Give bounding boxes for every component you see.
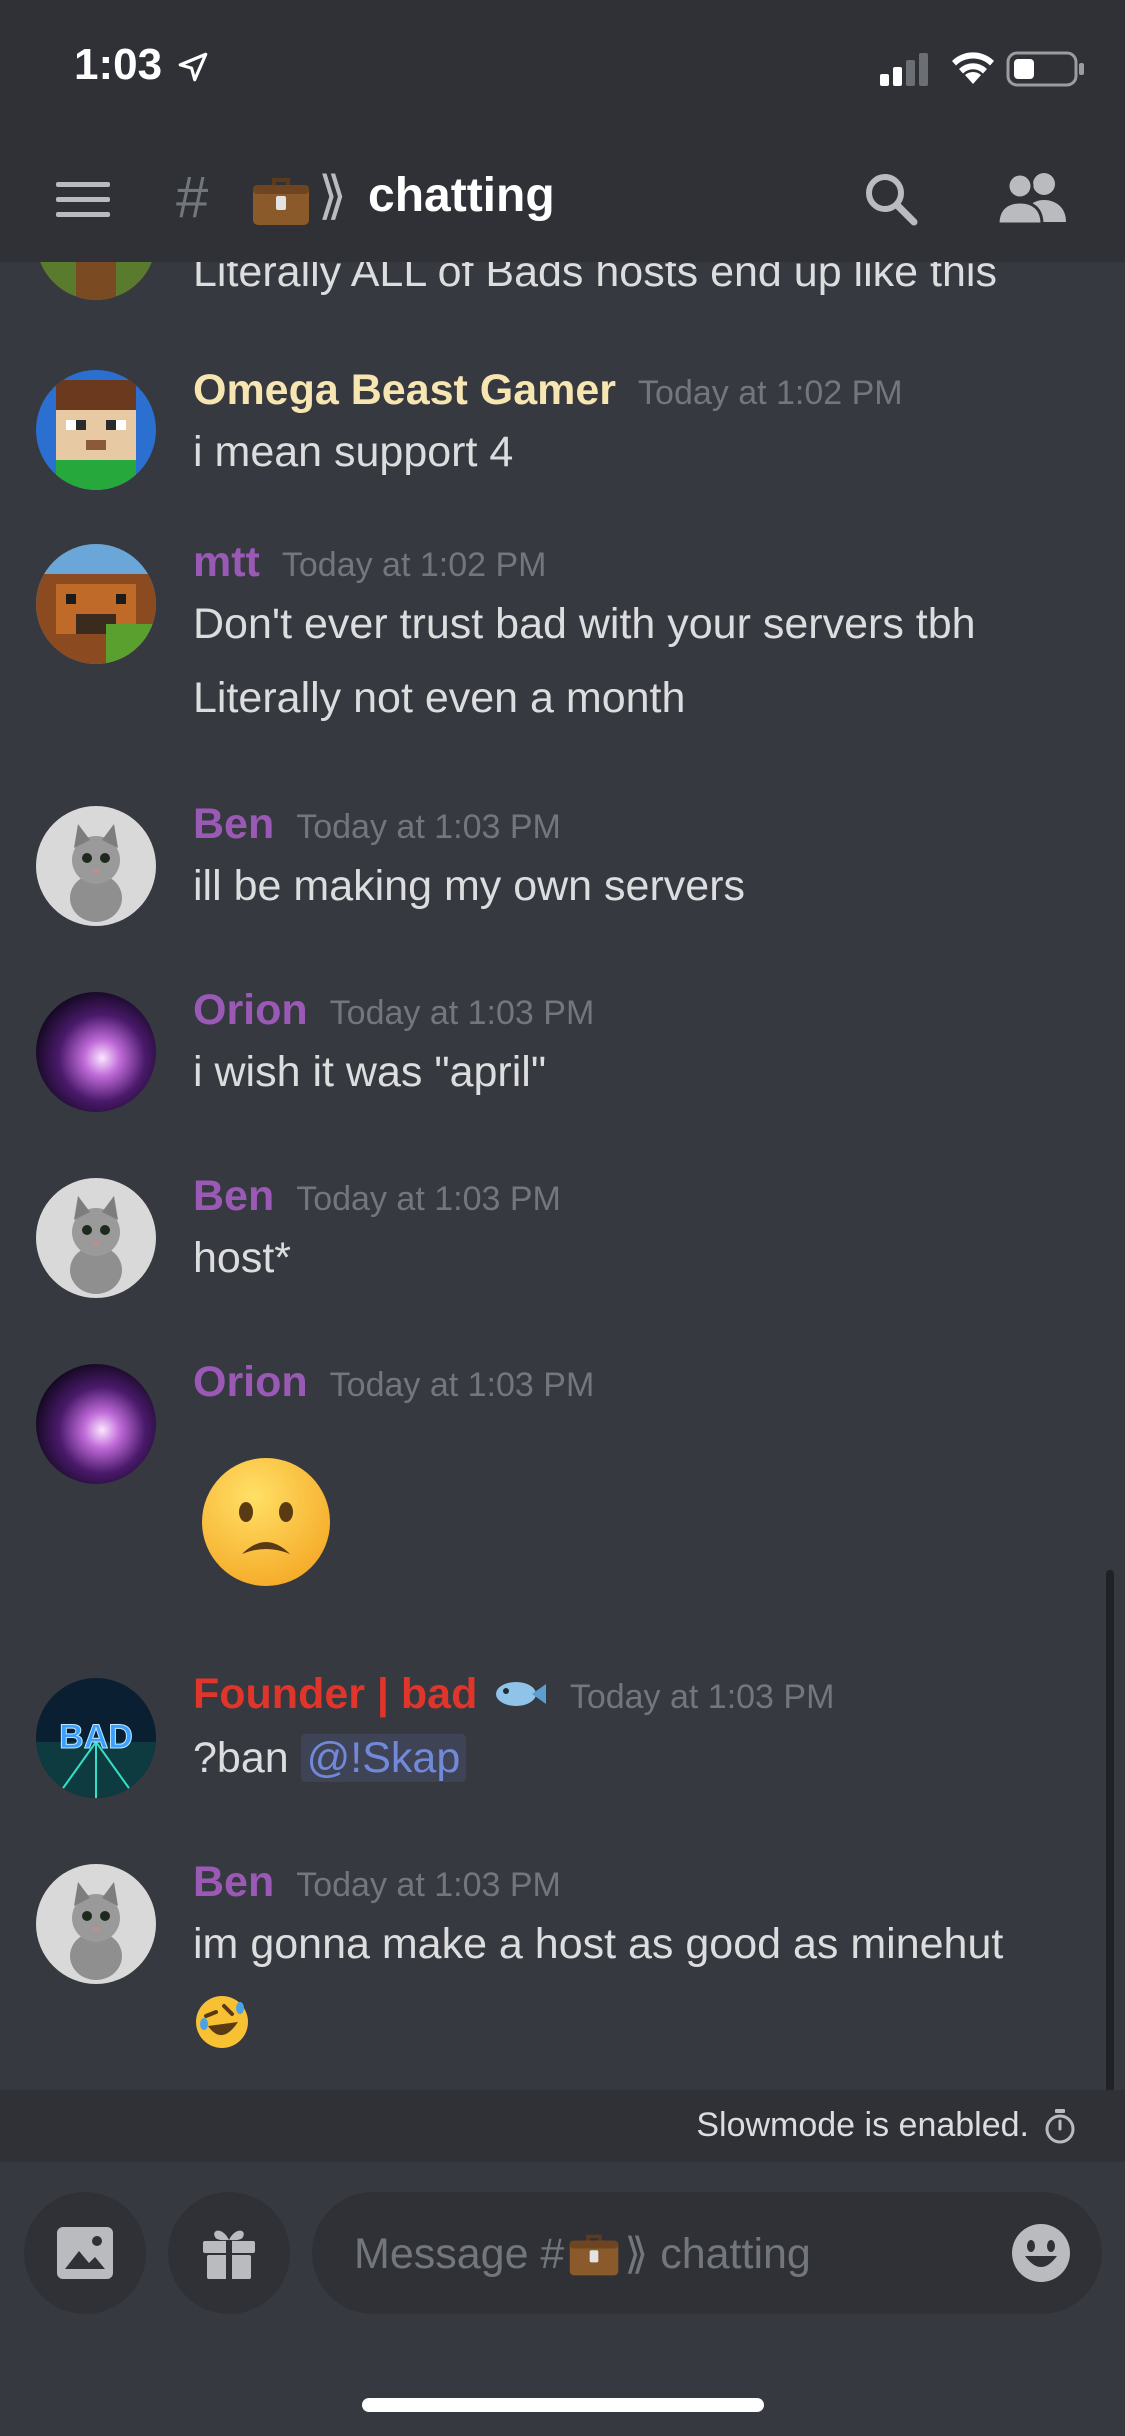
slowmode-bar: Slowmode is enabled. — [0, 2090, 1125, 2162]
discord-app: 1:03 # ⟫ chatting Literally ALL of Bads … — [0, 0, 1125, 2436]
avatar[interactable] — [36, 1364, 156, 1484]
author-name[interactable]: Ben — [193, 1172, 274, 1220]
message-composer: Message # ⟫ chatting — [0, 2162, 1125, 2436]
avatar[interactable] — [36, 1864, 156, 1984]
frowning-face-emoji-icon[interactable] — [198, 1454, 334, 1590]
avatar[interactable] — [36, 370, 156, 490]
avatar[interactable] — [36, 992, 156, 1112]
timestamp: Today at 1:03 PM — [296, 1866, 561, 1904]
timestamp: Today at 1:03 PM — [329, 1366, 595, 1404]
message-placeholder: Message # ⟫ chatting — [354, 2226, 811, 2279]
avatar[interactable] — [36, 806, 156, 926]
message-text: Don't ever trust bad with your servers t… — [193, 600, 976, 648]
timestamp: Today at 1:02 PM — [281, 546, 547, 584]
svg-text:BAD: BAD — [59, 1718, 133, 1756]
author-name[interactable]: Founder | bad — [193, 1670, 477, 1718]
message-list[interactable]: Literally ALL of Bads hosts end up like … — [0, 262, 1125, 2090]
avatar[interactable] — [36, 544, 156, 664]
message-text: i mean support 4 — [193, 428, 514, 476]
message-input[interactable]: Message # ⟫ chatting — [312, 2192, 1102, 2314]
gift-button[interactable] — [168, 2192, 290, 2314]
cellular-signal-icon — [880, 53, 928, 86]
briefcase-emoji-icon — [253, 178, 309, 225]
battery-icon — [1006, 51, 1084, 87]
search-icon[interactable] — [862, 170, 918, 226]
message-header: Ben Today at 1:03 PM — [193, 1858, 561, 1907]
timestamp: Today at 1:02 PM — [638, 374, 903, 412]
user-mention[interactable]: @!Skap — [300, 1734, 467, 1782]
author-name[interactable]: Orion — [193, 1358, 308, 1406]
avatar[interactable] — [36, 1178, 156, 1298]
message-text: Literally not even a month — [193, 674, 686, 722]
message-header: Orion Today at 1:03 PM — [193, 1358, 594, 1407]
message-header: Orion Today at 1:03 PM — [193, 986, 594, 1035]
timestamp: Today at 1:03 PM — [296, 1180, 561, 1218]
emoji-picker-icon[interactable] — [1010, 2222, 1072, 2284]
message-text: im gonna make a host as good as minehut — [193, 1920, 1004, 1968]
slowmode-text: Slowmode is enabled. — [696, 2106, 1029, 2144]
author-name[interactable]: Ben — [193, 1858, 274, 1906]
author-name[interactable]: Omega Beast Gamer — [193, 366, 616, 414]
message-header: mtt Today at 1:02 PM — [193, 538, 546, 587]
avatar[interactable] — [36, 262, 156, 300]
status-time: 1:03 — [74, 40, 163, 89]
message-text: i wish it was "april" — [193, 1048, 547, 1096]
stopwatch-icon — [1045, 2109, 1075, 2144]
home-indicator[interactable] — [362, 2398, 764, 2412]
message-header: Founder | bad Today at 1:03 PM — [193, 1670, 834, 1719]
timestamp: Today at 1:03 PM — [329, 994, 595, 1032]
channel-chevrons: ⟫ — [318, 167, 347, 225]
channel-header: # ⟫ chatting — [0, 140, 1125, 262]
author-name[interactable]: Orion — [193, 986, 308, 1034]
message-text: Literally ALL of Bads hosts end up like … — [193, 262, 997, 296]
message-text: host* — [193, 1234, 292, 1282]
author-name[interactable]: Ben — [193, 800, 274, 848]
message-text: ill be making my own servers — [193, 862, 746, 910]
location-arrow-icon — [178, 52, 208, 82]
avatar[interactable]: BAD — [36, 1678, 156, 1798]
attach-image-button[interactable] — [24, 2192, 146, 2314]
fish-badge-icon — [495, 1682, 546, 1706]
author-name[interactable]: mtt — [193, 538, 260, 586]
hamburger-menu-icon[interactable] — [54, 176, 112, 224]
message-header: Omega Beast Gamer Today at 1:02 PM — [193, 366, 903, 415]
briefcase-emoji-icon — [570, 2234, 619, 2276]
image-icon — [57, 2227, 113, 2279]
gift-icon — [203, 2230, 255, 2279]
status-bar: 1:03 — [0, 0, 1125, 140]
message-text: ?ban @!Skap — [193, 1734, 467, 1783]
timestamp: Today at 1:03 PM — [296, 808, 561, 846]
wifi-icon — [952, 52, 994, 84]
members-icon[interactable] — [996, 170, 1070, 224]
timestamp: Today at 1:03 PM — [569, 1678, 835, 1716]
scrollbar[interactable] — [1106, 1570, 1114, 2090]
message-header: Ben Today at 1:03 PM — [193, 1172, 561, 1221]
channel-title[interactable]: chatting — [368, 168, 555, 223]
command-text: ?ban — [193, 1734, 289, 1782]
top-bar: 1:03 # ⟫ chatting — [0, 0, 1125, 262]
channel-hash-icon: # — [176, 165, 209, 230]
rolling-laughing-emoji-icon — [196, 1996, 248, 2048]
message-header: Ben Today at 1:03 PM — [193, 800, 561, 849]
